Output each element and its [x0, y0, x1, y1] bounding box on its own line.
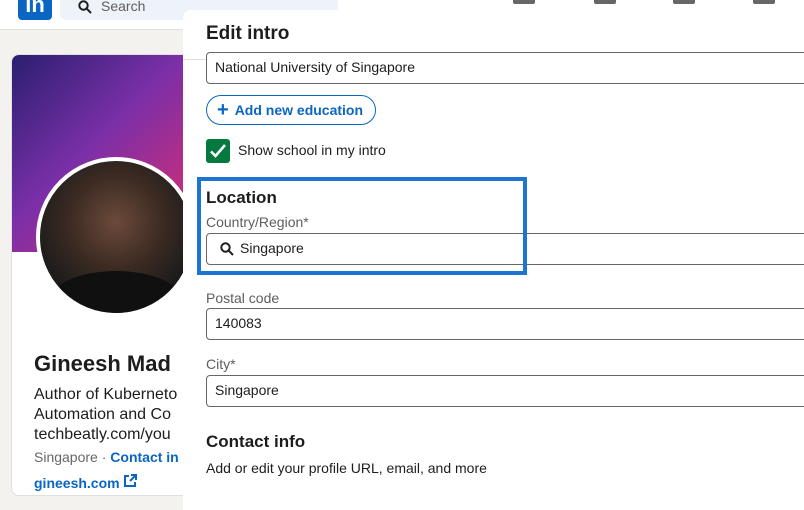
- avatar[interactable]: [36, 157, 196, 317]
- add-education-label: Add new education: [234, 102, 364, 118]
- postal-code-value: 140083: [215, 315, 262, 331]
- checkmark-icon: [210, 144, 226, 158]
- search-placeholder: Search: [101, 0, 146, 14]
- country-label: Country/Region*: [206, 214, 309, 230]
- location-section-title: Location: [206, 188, 277, 207]
- country-value: Singapore: [240, 240, 304, 256]
- profile-location-line: Singapore · Contact in: [34, 449, 179, 465]
- city-value: Singapore: [215, 382, 279, 398]
- edit-intro-dialog: Edit intro National University of Singap…: [183, 10, 804, 510]
- separator-dot: ·: [101, 449, 107, 465]
- plus-icon: +: [217, 99, 229, 121]
- postal-code-input[interactable]: 140083: [206, 308, 804, 340]
- external-link-icon: [123, 474, 138, 491]
- contact-info-link[interactable]: Contact in: [110, 449, 178, 465]
- add-education-button[interactable]: + Add new education: [206, 95, 377, 125]
- school-select[interactable]: National University of Singapore: [206, 52, 804, 84]
- profile-name: Gineesh Mad: [34, 351, 171, 376]
- postal-code-label: Postal code: [206, 290, 280, 306]
- city-label: City*: [206, 356, 236, 372]
- contact-section-subtitle: Add or edit your profile URL, email, and…: [206, 460, 487, 476]
- linkedin-logo[interactable]: in: [18, 0, 52, 20]
- contact-section-title: Contact info: [206, 432, 306, 451]
- show-school-checkbox[interactable]: [206, 139, 230, 163]
- school-value: National University of Singapore: [215, 59, 415, 75]
- messaging-icon[interactable]: [753, 0, 775, 4]
- jobs-icon[interactable]: [673, 0, 695, 4]
- home-icon[interactable]: [513, 0, 535, 4]
- avatar-shirt: [50, 271, 182, 313]
- search-icon: [220, 242, 234, 261]
- profile-headline: Author of Kuberneto Automation and Co te…: [34, 386, 178, 443]
- show-school-label: Show school in my intro: [238, 142, 386, 158]
- country-input[interactable]: Singapore: [206, 233, 804, 265]
- network-icon[interactable]: [594, 0, 616, 4]
- profile-location: Singapore: [34, 449, 98, 465]
- website-label: gineesh.com: [34, 475, 120, 491]
- search-icon: [78, 0, 92, 19]
- dialog-title: Edit intro: [206, 23, 290, 44]
- website-link[interactable]: gineesh.com: [34, 474, 138, 491]
- city-select[interactable]: Singapore: [206, 375, 804, 407]
